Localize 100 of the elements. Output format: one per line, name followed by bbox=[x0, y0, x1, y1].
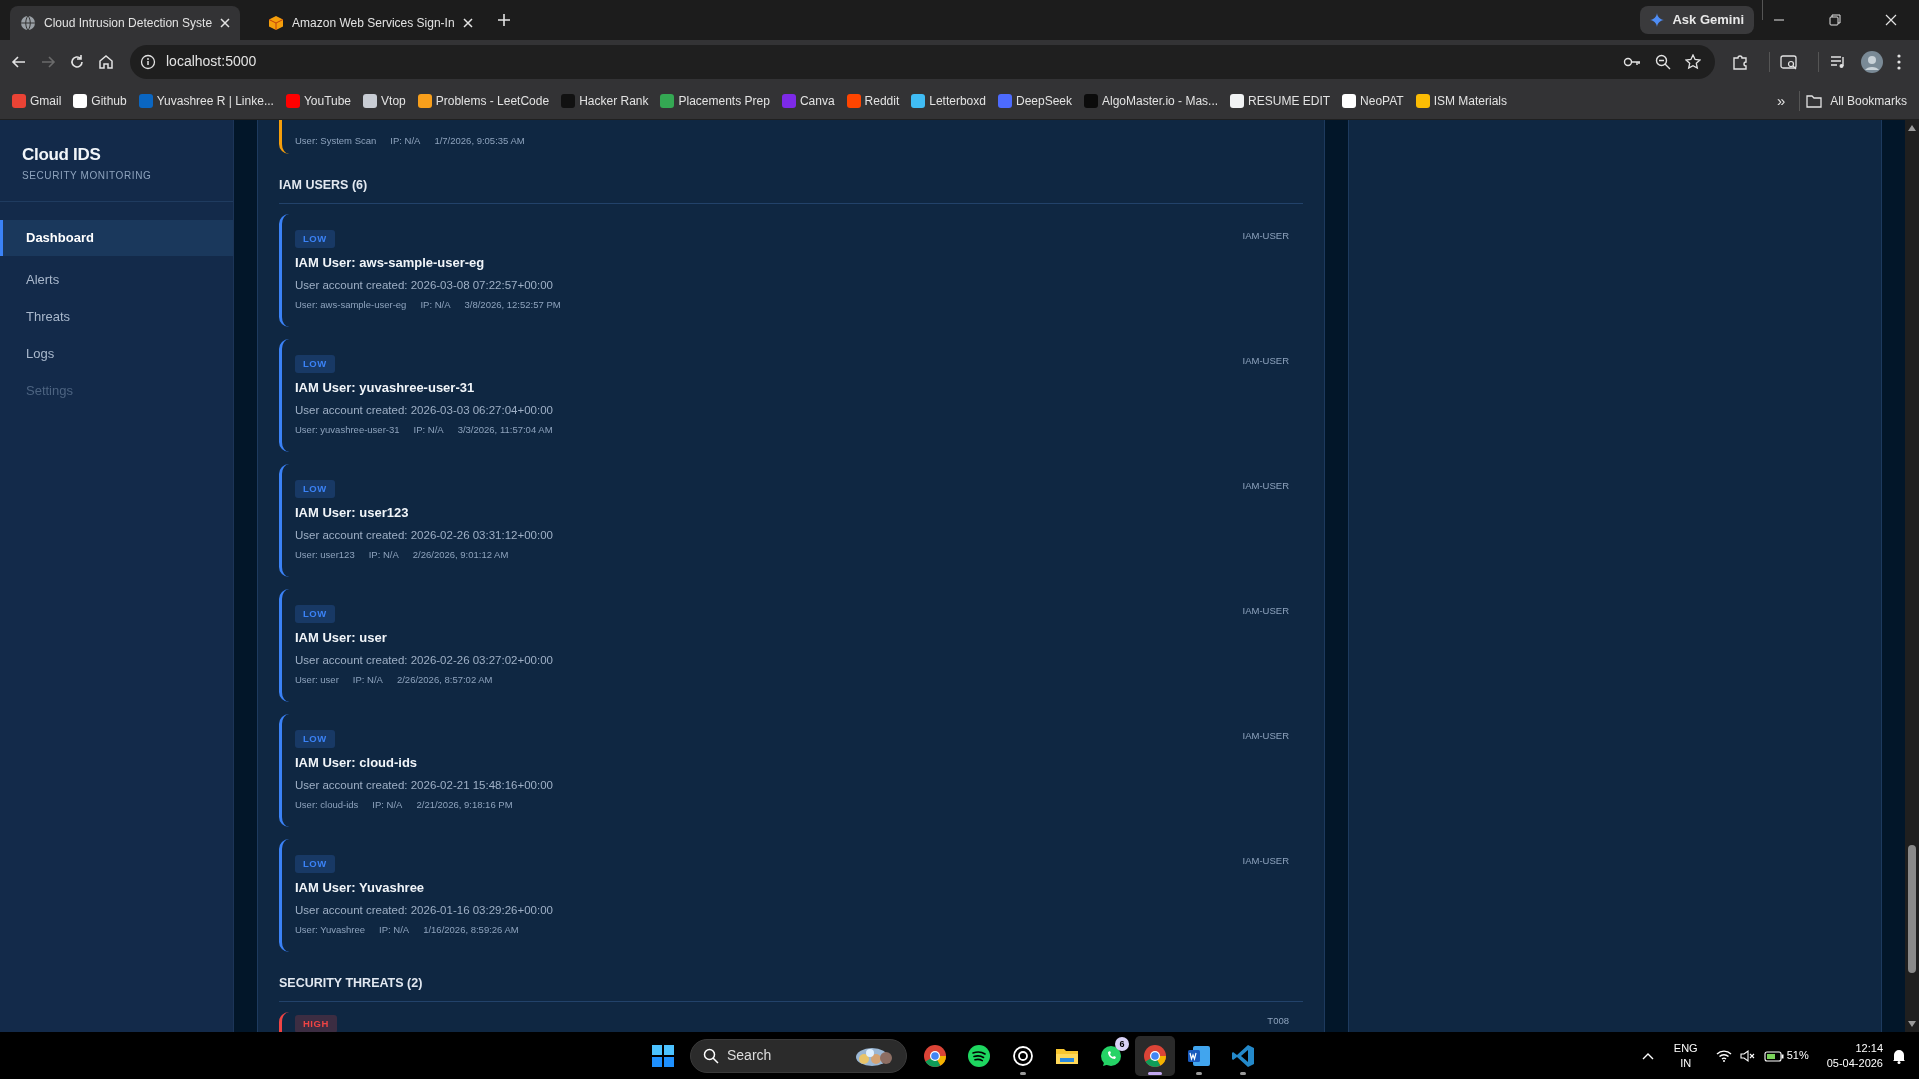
bookmark[interactable]: AlgoMaster.io - Mas... bbox=[1078, 90, 1225, 112]
bookmark[interactable]: Gmail bbox=[6, 90, 68, 112]
nav-item[interactable]: Logs bbox=[0, 335, 233, 372]
battery-icon[interactable] bbox=[1763, 1049, 1784, 1062]
close-icon[interactable] bbox=[462, 18, 473, 28]
meta-text: 3/3/2026, 11:57:04 AM bbox=[457, 422, 553, 437]
close-icon[interactable] bbox=[220, 18, 231, 28]
address-bar[interactable]: localhost:5000 bbox=[130, 44, 1715, 79]
vscode-icon bbox=[1231, 1043, 1255, 1068]
bookmark[interactable]: RESUME EDIT bbox=[1224, 90, 1337, 112]
chrome-icon bbox=[923, 1043, 947, 1068]
bell-icon[interactable] bbox=[1891, 1047, 1907, 1064]
site-icon bbox=[1084, 94, 1098, 108]
severity-badge: LOW bbox=[295, 479, 335, 498]
bookmark[interactable]: Vtop bbox=[357, 90, 412, 112]
search-field[interactable]: Search bbox=[690, 1038, 907, 1073]
plus-icon[interactable] bbox=[496, 13, 511, 27]
event-title: IAM User: cloud-ids bbox=[295, 753, 419, 772]
event-title: IAM User: user123 bbox=[295, 503, 410, 522]
event-type: IAM-USER bbox=[1242, 478, 1289, 493]
bookmark[interactable]: Github bbox=[67, 90, 133, 112]
scrollbar-thumb[interactable] bbox=[1908, 845, 1916, 973]
close-icon[interactable] bbox=[1885, 14, 1897, 26]
sparkle-icon bbox=[1650, 13, 1665, 27]
bookmark[interactable]: Placements Prep bbox=[654, 90, 776, 112]
taskbar-app[interactable] bbox=[1135, 1035, 1175, 1076]
bookmark[interactable]: Hacker Rank bbox=[555, 90, 655, 112]
muted-speaker-icon[interactable] bbox=[1739, 1048, 1756, 1063]
site-icon bbox=[285, 94, 300, 108]
event-title: IAM User: Yuvashree bbox=[295, 878, 426, 897]
app-subtitle: SECURITY MONITORING bbox=[22, 168, 153, 183]
menu-icon[interactable] bbox=[1897, 53, 1901, 70]
globe-icon bbox=[20, 15, 36, 31]
star-icon[interactable] bbox=[1685, 53, 1701, 70]
chrome-icon bbox=[1143, 1043, 1167, 1068]
meta-text: 2/26/2026, 8:57:02 AM bbox=[396, 672, 493, 687]
puzzle-icon[interactable] bbox=[1731, 52, 1749, 71]
severity-badge: HIGH bbox=[295, 1014, 337, 1032]
language-label[interactable]: ENG bbox=[1673, 1040, 1698, 1056]
nav-item[interactable]: Threats bbox=[0, 298, 233, 335]
home-icon[interactable] bbox=[97, 52, 115, 71]
spotify-icon bbox=[967, 1043, 991, 1068]
browser-tab[interactable]: Amazon Web Services Sign-In bbox=[258, 6, 483, 40]
meta-text: IP: N/A bbox=[390, 134, 421, 148]
clock-date[interactable]: 05-04-2026 bbox=[1826, 1055, 1883, 1071]
event-type: IAM-USER bbox=[1242, 853, 1289, 868]
meta-text: IP: N/A bbox=[420, 297, 451, 312]
ask-gemini-button[interactable]: Ask Gemini bbox=[1640, 6, 1754, 34]
site-icon bbox=[73, 94, 88, 108]
event-type: IAM-USER bbox=[1242, 228, 1289, 243]
start-icon[interactable] bbox=[652, 1044, 674, 1067]
region-label[interactable]: IN bbox=[1673, 1055, 1698, 1071]
section-heading: IAM USERS (6) bbox=[279, 166, 1303, 204]
whatsapp-icon bbox=[1099, 1043, 1123, 1068]
meta-text: IP: N/A bbox=[413, 422, 444, 437]
severity-badge: LOW bbox=[295, 854, 335, 873]
taskbar-app[interactable]: 6 bbox=[1091, 1035, 1131, 1076]
event-description: User account created: 2026-03-03 06:27:04+00:00 bbox=[295, 402, 554, 418]
bookmark[interactable]: Canva bbox=[775, 90, 841, 112]
browser-tab[interactable]: Cloud Intrusion Detection Syste bbox=[10, 6, 241, 40]
bookmark[interactable]: Problems - LeetCode bbox=[411, 90, 556, 112]
more-bookmarks-button[interactable]: » bbox=[1770, 87, 1792, 115]
scroll-down-icon[interactable] bbox=[1907, 1020, 1917, 1028]
bookmark[interactable]: NeoPAT bbox=[1336, 90, 1410, 112]
reload-icon[interactable] bbox=[68, 52, 86, 71]
wifi-icon[interactable] bbox=[1715, 1049, 1732, 1062]
bookmark[interactable]: Yuvashree R | Linke... bbox=[132, 90, 280, 112]
avatar-icon[interactable] bbox=[1861, 50, 1883, 73]
search-icon bbox=[703, 1047, 719, 1064]
bookmark[interactable]: DeepSeek bbox=[991, 90, 1078, 112]
info-icon[interactable] bbox=[140, 53, 156, 70]
tab-search-icon[interactable] bbox=[1780, 52, 1798, 71]
nav-item[interactable]: Alerts bbox=[0, 261, 233, 298]
bookmark[interactable]: ISM Materials bbox=[1409, 90, 1513, 112]
chevron-up-icon[interactable] bbox=[1641, 1051, 1654, 1060]
meta-text: User: Yuvashree bbox=[295, 922, 366, 937]
meta-text: IP: N/A bbox=[352, 672, 383, 687]
site-icon bbox=[561, 94, 576, 108]
meta-text: User: cloud-ids bbox=[295, 797, 359, 812]
cube-icon bbox=[268, 15, 285, 31]
nav-item[interactable]: Dashboard bbox=[0, 219, 233, 256]
meta-text: User: aws-sample-user-eg bbox=[295, 297, 407, 312]
meta-text: User: user123 bbox=[295, 547, 355, 562]
bookmark[interactable]: Letterboxd bbox=[905, 90, 992, 112]
severity-badge: LOW bbox=[295, 354, 335, 373]
site-icon bbox=[417, 94, 432, 108]
bookmark[interactable]: YouTube bbox=[279, 90, 358, 112]
event-type: IAM-USER bbox=[1242, 353, 1289, 368]
meta-text: 2/21/2026, 9:18:16 PM bbox=[416, 797, 513, 812]
restore-icon[interactable] bbox=[1829, 14, 1841, 26]
site-icon bbox=[12, 94, 26, 108]
meta-text: 1/7/2026, 9:05:35 AM bbox=[434, 134, 525, 148]
notification-badge: 6 bbox=[1115, 1036, 1129, 1051]
scroll-up-icon[interactable] bbox=[1907, 124, 1917, 132]
zoom-icon[interactable] bbox=[1655, 53, 1671, 70]
all-bookmarks-button[interactable]: All Bookmarks bbox=[1800, 90, 1913, 112]
bookmark[interactable]: Reddit bbox=[840, 90, 906, 112]
event-description: User account created: 2026-02-26 03:27:02+00:00 bbox=[295, 652, 554, 668]
site-icon bbox=[660, 94, 675, 108]
clock-time[interactable]: 12:14 bbox=[1826, 1040, 1883, 1056]
